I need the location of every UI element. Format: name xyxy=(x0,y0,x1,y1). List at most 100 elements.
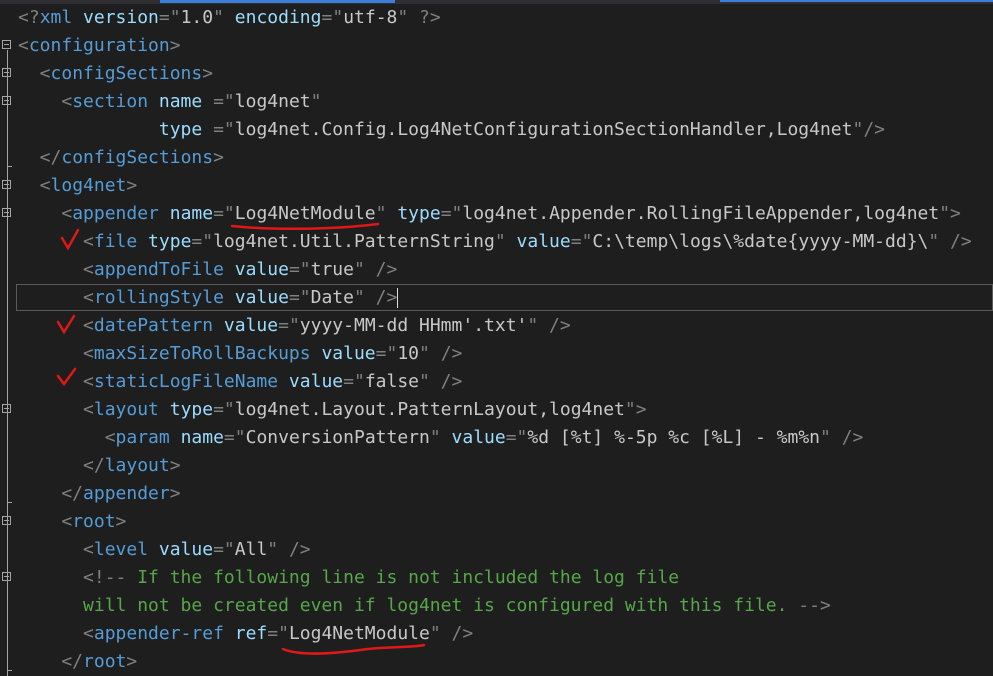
token: =" xyxy=(158,7,181,28)
token: /> xyxy=(364,259,398,280)
code-line[interactable]: <level value="All" /> xyxy=(0,536,993,564)
code-line[interactable]: <!-- If the following line is not includ… xyxy=(0,564,993,592)
code-text: <rollingStyle value="Date" /> xyxy=(18,284,399,312)
token: file xyxy=(93,231,138,252)
code-editor[interactable]: <?xml version="1.0" encoding="utf-8" ?> <… xyxy=(0,4,993,676)
code-line[interactable]: </layout> xyxy=(0,452,993,480)
token: =" xyxy=(213,399,235,420)
token: <!-- xyxy=(18,567,127,588)
token: < xyxy=(18,203,73,224)
token: < xyxy=(18,315,94,336)
token: appendToFile xyxy=(93,259,224,280)
token: =" xyxy=(321,7,344,28)
token: < xyxy=(18,231,94,252)
token: > xyxy=(202,63,214,84)
token: < xyxy=(18,63,51,84)
token: " xyxy=(213,7,224,28)
token: < xyxy=(18,539,94,560)
code-line[interactable]: </appender> xyxy=(0,480,993,508)
code-text: <file type="log4net.Util.PatternString" … xyxy=(18,228,972,256)
token: rollingStyle xyxy=(93,287,224,308)
token: < xyxy=(18,427,116,448)
text-caret xyxy=(397,288,399,308)
token: layout xyxy=(93,399,159,420)
token: " xyxy=(397,7,409,28)
code-line[interactable]: <staticLogFileName value="false" /> xyxy=(0,368,993,396)
token: < xyxy=(18,175,51,196)
code-line[interactable]: type ="log4net.Config.Log4NetConfigurati… xyxy=(0,116,993,144)
token: =" xyxy=(223,427,246,448)
token: > xyxy=(115,511,127,532)
code-text: <layout type="log4net.Layout.PatternLayo… xyxy=(18,396,647,424)
token: appender xyxy=(83,483,170,504)
token: Log4NetModule xyxy=(288,623,430,644)
token: " xyxy=(820,427,831,448)
token: configSections xyxy=(50,63,203,84)
code-line[interactable]: </configSections> xyxy=(0,144,993,172)
token: " xyxy=(429,623,441,644)
token: type xyxy=(158,399,214,420)
code-line[interactable]: <appendToFile value="true" /> xyxy=(0,256,993,284)
token: =" xyxy=(570,231,593,252)
token: type xyxy=(386,203,441,224)
token: < xyxy=(18,623,94,644)
code-line[interactable]: <?xml version="1.0" encoding="utf-8" ?> xyxy=(0,4,993,32)
code-text: </layout> xyxy=(18,452,181,480)
token: Date xyxy=(310,287,354,308)
token: " xyxy=(353,287,365,308)
token: false xyxy=(364,371,419,392)
token: =" xyxy=(191,231,214,252)
code-line[interactable]: <param name="ConversionPattern" value="%… xyxy=(0,424,993,452)
code-line[interactable]: <section name ="log4net" xyxy=(0,88,993,116)
code-line[interactable]: <configSections> xyxy=(0,60,993,88)
token: /> xyxy=(440,623,474,644)
token: datePattern xyxy=(93,315,214,336)
token: root xyxy=(83,651,127,672)
token: value xyxy=(440,427,506,448)
code-line[interactable]: will not be created even if log4net is c… xyxy=(0,592,993,620)
token: =" xyxy=(213,91,235,112)
token: =" xyxy=(505,427,528,448)
code-text: <appender name="Log4NetModule" type="log… xyxy=(18,200,961,228)
token: configSections xyxy=(61,147,214,168)
code-line[interactable]: </root> xyxy=(0,648,993,676)
token: =" xyxy=(213,119,235,140)
token: < xyxy=(18,343,94,364)
code-text: <root> xyxy=(18,508,126,536)
code-line[interactable]: <rollingStyle value="Date" /> xyxy=(0,284,993,312)
code-text: </configSections> xyxy=(18,144,224,172)
token: encoding xyxy=(223,7,322,28)
token: true xyxy=(310,259,354,280)
token: " xyxy=(375,203,387,224)
token: maxSizeToRollBackups xyxy=(93,343,311,364)
code-text: <?xml version="1.0" encoding="utf-8" ?> xyxy=(18,4,441,32)
token: > xyxy=(126,175,138,196)
code-text: <configuration> xyxy=(18,32,181,60)
token: value xyxy=(223,287,289,308)
token: type xyxy=(18,119,214,140)
token: value xyxy=(223,259,289,280)
token: name xyxy=(158,203,214,224)
code-line[interactable]: <appender name="Log4NetModule" type="log… xyxy=(0,200,993,228)
code-line[interactable]: <log4net> xyxy=(0,172,993,200)
token: appender-ref xyxy=(93,623,224,644)
token: " xyxy=(527,315,539,336)
token: level xyxy=(93,539,149,560)
code-line[interactable]: <root> xyxy=(0,508,993,536)
token: " xyxy=(419,371,430,392)
token: layout xyxy=(104,455,170,476)
code-line[interactable]: <configuration> xyxy=(0,32,993,60)
token: value xyxy=(310,343,376,364)
token: log4net.Config.Log4NetConfigurationSecti… xyxy=(234,119,853,140)
code-line[interactable]: <appender-ref ref="Log4NetModule" /> xyxy=(0,620,993,648)
code-line[interactable]: <layout type="log4net.Layout.PatternLayo… xyxy=(0,396,993,424)
token: =" xyxy=(278,315,300,336)
code-line[interactable]: <file type="log4net.Util.PatternString" … xyxy=(0,228,993,256)
code-line[interactable]: <datePattern value="yyyy-MM-dd HHmm'.txt… xyxy=(0,312,993,340)
token: ConversionPattern xyxy=(245,427,430,448)
code-line[interactable]: <maxSizeToRollBackups value="10" /> xyxy=(0,340,993,368)
code-text: <section name ="log4net" xyxy=(18,88,321,116)
token: < xyxy=(18,399,94,420)
token: =" xyxy=(375,343,398,364)
token: < xyxy=(18,91,73,112)
